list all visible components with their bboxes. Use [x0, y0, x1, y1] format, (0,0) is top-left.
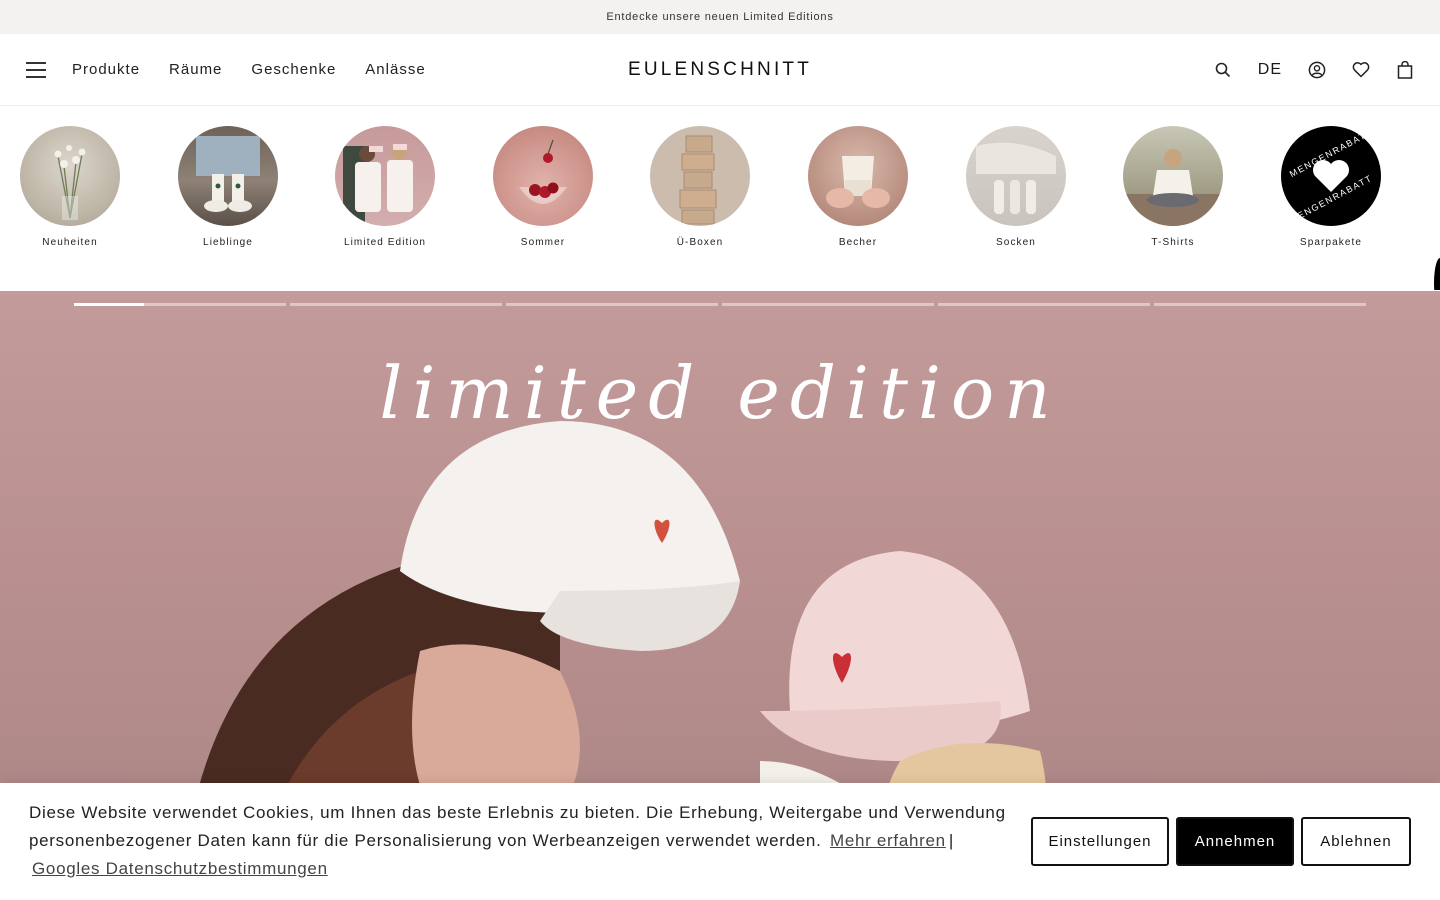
- settings-button[interactable]: Einstellungen: [1031, 817, 1169, 866]
- slide-indicator[interactable]: [74, 303, 286, 306]
- category-image: [335, 126, 435, 226]
- nav-raeume[interactable]: Räume: [169, 61, 222, 78]
- category-ue-boxen[interactable]: Ü-Boxen: [645, 126, 755, 248]
- category-label: Limited Edition: [343, 237, 427, 248]
- next-category-peek[interactable]: [1434, 258, 1440, 290]
- category-label: Ü-Boxen: [676, 237, 724, 248]
- category-sparpakete[interactable]: MENGENRABATT MENGENRABATT Sparpakete: [1276, 126, 1386, 248]
- category-label: Becher: [838, 237, 878, 248]
- category-label: Lieblinge: [203, 237, 253, 248]
- logo[interactable]: EULENSCHNITT: [628, 59, 812, 81]
- site-header: Produkte Räume Geschenke Anlässe EULENSC…: [0, 34, 1440, 106]
- category-lieblinge[interactable]: Lieblinge: [173, 126, 283, 248]
- announcement-text[interactable]: Entdecke unsere neuen Limited Editions: [606, 11, 833, 23]
- cookie-separator: |: [948, 831, 954, 850]
- google-privacy-link[interactable]: Googles Datenschutzbestimmungen: [32, 859, 328, 878]
- language-selector[interactable]: DE: [1258, 61, 1282, 79]
- accept-button[interactable]: Annehmen: [1176, 817, 1294, 866]
- category-neuheiten[interactable]: Neuheiten: [15, 126, 125, 248]
- category-t-shirts[interactable]: T-Shirts: [1118, 126, 1228, 248]
- learn-more-link[interactable]: Mehr erfahren: [830, 831, 946, 850]
- category-carousel[interactable]: Neuheiten Lieblinge Limited Edition Somm…: [0, 106, 1440, 290]
- category-image: [1123, 126, 1223, 226]
- category-label: T-Shirts: [1151, 237, 1195, 248]
- nav-geschenke[interactable]: Geschenke: [251, 61, 336, 78]
- slide-progress-fill: [74, 303, 144, 306]
- mengenrabatt-badge: MENGENRABATT MENGENRABATT: [1281, 126, 1381, 226]
- category-image: [178, 126, 278, 226]
- header-actions: DE: [1214, 60, 1414, 79]
- category-sommer[interactable]: Sommer: [488, 126, 598, 248]
- search-icon[interactable]: [1214, 61, 1232, 79]
- category-label: Neuheiten: [42, 237, 98, 248]
- category-image: [493, 126, 593, 226]
- slide-progress: [74, 303, 1366, 306]
- category-label: Sparpakete: [1299, 237, 1363, 248]
- cart-icon[interactable]: [1396, 60, 1414, 79]
- nav-produkte[interactable]: Produkte: [72, 61, 140, 78]
- category-image: [808, 126, 908, 226]
- main-nav: Produkte Räume Geschenke Anlässe: [72, 61, 426, 78]
- slide-indicator[interactable]: [506, 303, 718, 306]
- wishlist-icon[interactable]: [1352, 61, 1370, 79]
- category-label: Sommer: [520, 237, 566, 248]
- slide-indicator[interactable]: [1154, 303, 1366, 306]
- category-label: Socken: [996, 237, 1036, 248]
- category-becher[interactable]: Becher: [803, 126, 913, 248]
- account-icon[interactable]: [1308, 61, 1326, 79]
- decline-button[interactable]: Ablehnen: [1301, 817, 1411, 866]
- category-image: [650, 126, 750, 226]
- cookie-text-block: Diese Website verwendet Cookies, um Ihne…: [29, 799, 1009, 883]
- category-image: [966, 126, 1066, 226]
- cookie-banner: Diese Website verwendet Cookies, um Ihne…: [0, 783, 1440, 900]
- hero-title: limited edition: [379, 351, 1061, 435]
- slide-indicator[interactable]: [290, 303, 502, 306]
- menu-icon[interactable]: [26, 61, 46, 78]
- nav-anlaesse[interactable]: Anlässe: [365, 61, 425, 78]
- slide-indicator[interactable]: [722, 303, 934, 306]
- announcement-bar[interactable]: Entdecke unsere neuen Limited Editions: [0, 0, 1440, 34]
- slide-indicator[interactable]: [938, 303, 1150, 306]
- category-socken[interactable]: Socken: [961, 126, 1071, 248]
- category-limited-edition[interactable]: Limited Edition: [330, 126, 440, 248]
- category-image: [20, 126, 120, 226]
